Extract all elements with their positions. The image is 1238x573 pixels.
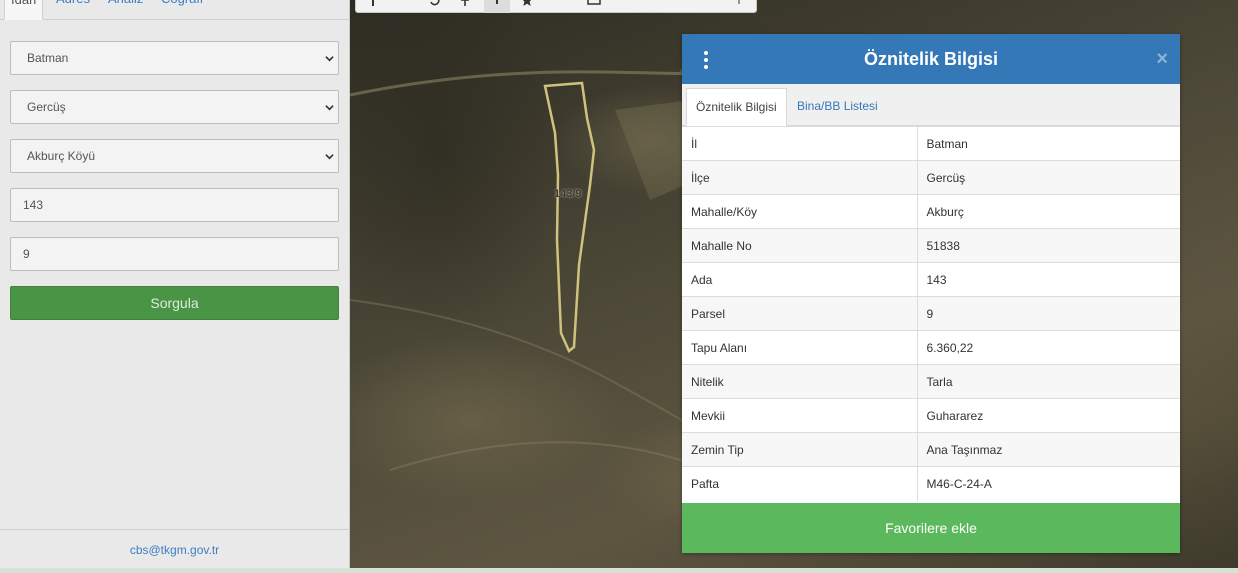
attr-value: Gercüş [917, 160, 1180, 195]
refresh-icon [430, 0, 440, 6]
contact-email-link[interactable]: cbs@tkgm.gov.tr [130, 543, 219, 557]
print-tool-button[interactable] [580, 0, 606, 13]
attribute-table: İl Batman İlçe Gercüş Mahalle/Köy Akburç Ma… [682, 126, 1180, 501]
panel-header: Öznitelik Bilgisi × [682, 34, 1180, 84]
move-icon [461, 0, 469, 6]
mahalle-select[interactable]: Akburç Köyü [10, 139, 339, 173]
table-row: Zemin Tip Ana Taşınmaz [682, 432, 1180, 467]
attr-value: Ana Taşınmaz [917, 432, 1180, 467]
table-row: Mahalle No 51838 [682, 228, 1180, 263]
print-icon [587, 0, 601, 5]
move-tool-button[interactable] [452, 0, 478, 13]
attr-key: Zemin Tip [682, 432, 918, 467]
attr-key: Mevkii [682, 398, 918, 433]
pointer-tool-button[interactable] [484, 0, 510, 13]
tab-oznitelik-bilgisi[interactable]: Öznitelik Bilgisi [686, 88, 787, 126]
table-row: Pafta M46-C-24-A [682, 466, 1180, 501]
table-row: Nitelik Tarla [682, 364, 1180, 399]
more-tool-button[interactable] [726, 0, 752, 13]
add-to-favorites-button[interactable]: Favorilere ekle [682, 503, 1180, 553]
ilce-select[interactable]: Gercüş [10, 90, 339, 124]
map-toolbar [355, 0, 757, 13]
attr-key: Ada [682, 262, 918, 297]
attribute-info-panel: Öznitelik Bilgisi × Öznitelik Bilgisi Bi… [682, 34, 1180, 553]
chevron-down-icon [325, 105, 334, 111]
chevron-down-icon [325, 154, 334, 160]
more-icon [738, 0, 740, 4]
tab-analiz[interactable]: Analiz [102, 0, 149, 20]
tab-idari[interactable]: İdari [4, 0, 44, 20]
refresh-tool-button[interactable] [422, 0, 448, 13]
table-row: İl Batman [682, 126, 1180, 161]
attr-key: İl [682, 126, 918, 161]
tab-bina-bb-listesi[interactable]: Bina/BB Listesi [788, 88, 887, 126]
sorgula-button[interactable]: Sorgula [10, 286, 339, 320]
sidebar-tabs: İdari Adres Analiz Coğrafi [0, 0, 350, 20]
attr-value: Tarla [917, 364, 1180, 399]
panel-tabs: Öznitelik Bilgisi Bina/BB Listesi [682, 84, 1180, 126]
table-row: Ada 143 [682, 262, 1180, 297]
attr-value: Akburç [917, 194, 1180, 229]
parsel-input[interactable]: 9 [10, 237, 339, 271]
attr-value: 143 [917, 262, 1180, 297]
il-select-value: Batman [27, 51, 69, 65]
table-row: Tapu Alanı 6.360,22 [682, 330, 1180, 365]
panel-title: Öznitelik Bilgisi [863, 49, 999, 69]
attr-key: İlçe [682, 160, 918, 195]
ilce-select-value: Gercüş [27, 100, 66, 114]
bottom-strip [0, 568, 1238, 573]
parcel-label: 143/9 [554, 188, 582, 200]
parcel-boundary[interactable] [543, 81, 596, 353]
pointer-icon [496, 0, 498, 4]
mahalle-select-value: Akburç Köyü [27, 149, 96, 163]
attr-key: Nitelik [682, 364, 918, 399]
star-icon [522, 0, 532, 6]
attr-value: 9 [917, 296, 1180, 331]
attr-key: Parsel [682, 296, 918, 331]
attr-value: Batman [917, 126, 1180, 161]
attr-value: M46-C-24-A [917, 466, 1180, 501]
attr-value: 6.360,22 [917, 330, 1180, 365]
tab-cografi[interactable]: Coğrafi [155, 0, 209, 20]
attr-value: Guhararez [917, 398, 1180, 433]
table-row: Mevkii Guhararez [682, 398, 1180, 433]
tab-adres[interactable]: Adres [50, 0, 96, 20]
table-row: İlçe Gercüş [682, 160, 1180, 195]
attr-value: 51838 [917, 228, 1180, 263]
close-icon[interactable]: × [1156, 48, 1168, 70]
info-icon [372, 0, 374, 6]
ada-input[interactable]: 143 [10, 188, 339, 222]
table-row: Parsel 9 [682, 296, 1180, 331]
attr-key: Pafta [682, 466, 918, 501]
attr-key: Tapu Alanı [682, 330, 918, 365]
info-tool-button[interactable] [360, 0, 386, 13]
attr-key: Mahalle/Köy [682, 194, 918, 229]
chevron-down-icon [325, 56, 334, 62]
table-row: Mahalle/Köy Akburç [682, 194, 1180, 229]
sidebar-footer: cbs@tkgm.gov.tr [0, 529, 349, 573]
favorite-tool-button[interactable] [514, 0, 540, 13]
il-select[interactable]: Batman [10, 41, 339, 75]
attr-key: Mahalle No [682, 228, 918, 263]
left-sidebar: İdari Adres Analiz Coğrafi Batman Gercüş… [0, 0, 350, 573]
